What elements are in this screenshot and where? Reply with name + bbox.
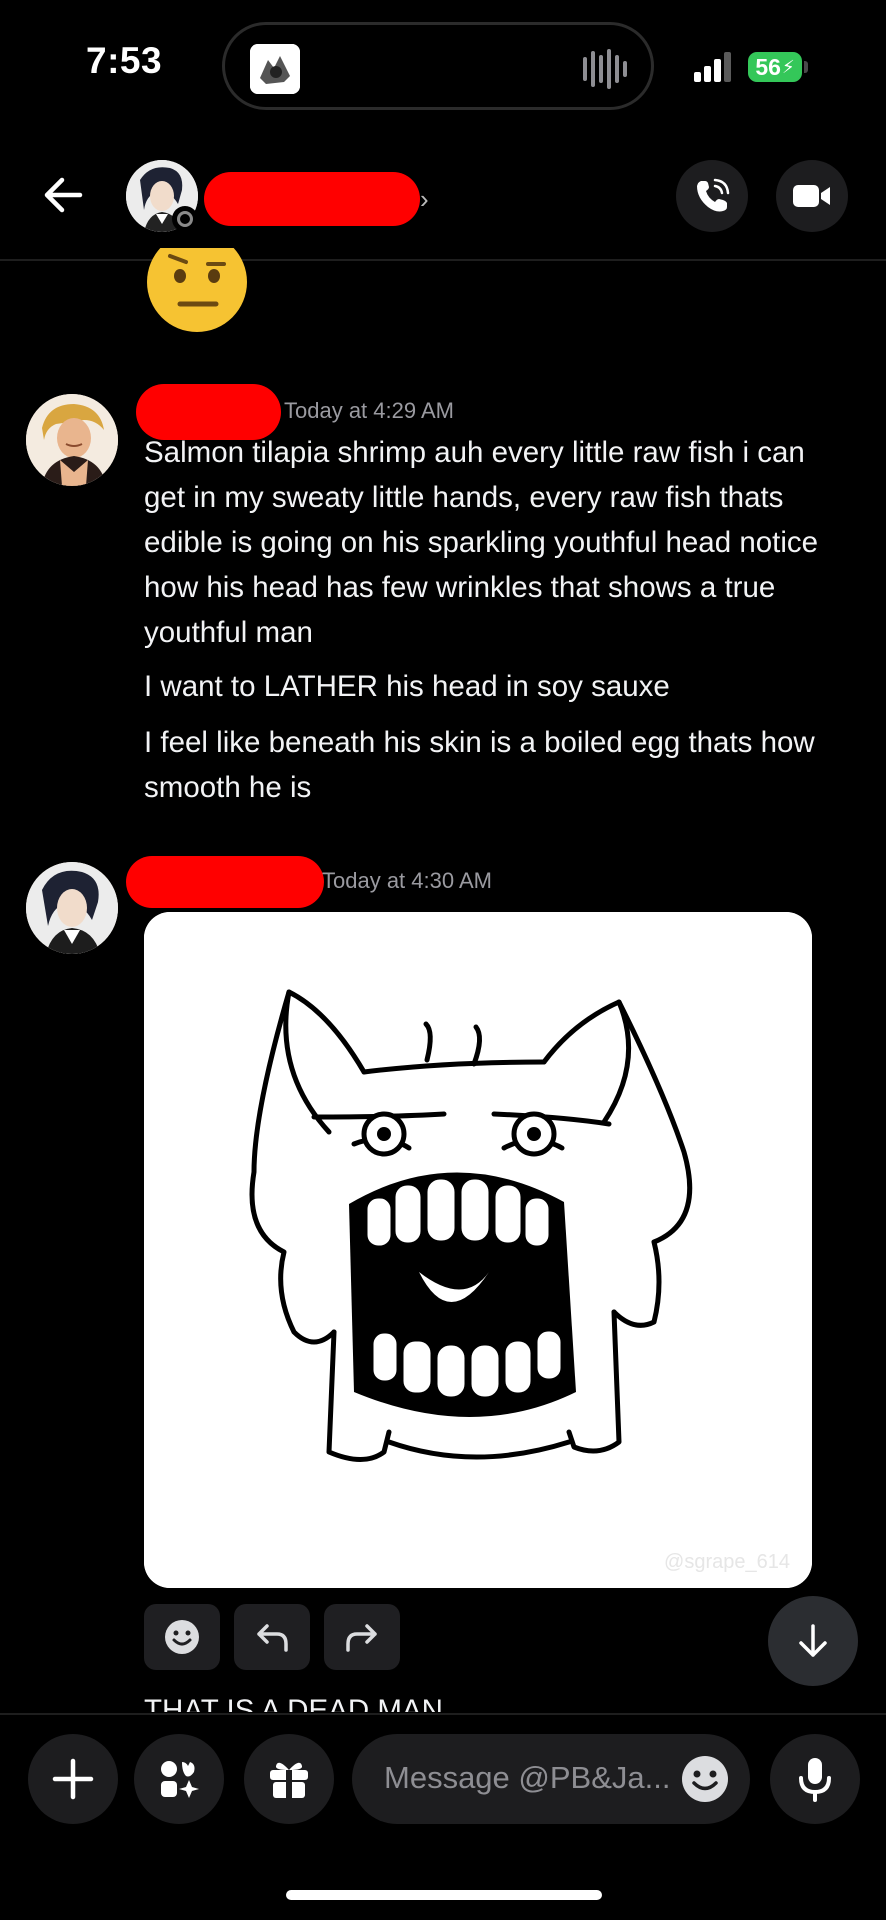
header-divider [0,259,886,261]
home-indicator[interactable] [286,1890,602,1900]
battery-cap [804,61,808,73]
author-name-redacted[interactable] [126,856,324,908]
message-text: I feel like beneath his skin is a boiled… [144,726,815,804]
message-placeholder: Message @PB&Ja... [384,1760,671,1795]
chevron-right-icon[interactable]: › [420,184,429,215]
add-reaction-icon [165,1620,199,1654]
apps-icon [161,1761,199,1798]
video-call-button[interactable] [776,160,848,232]
message-avatar[interactable] [26,394,118,486]
message-avatar[interactable] [26,862,118,954]
jump-to-latest-button[interactable] [768,1596,858,1686]
forward-button[interactable] [324,1604,400,1670]
message-input[interactable]: Message @PB&Ja... [352,1734,750,1824]
video-camera-icon [793,185,830,207]
add-reaction-button[interactable] [144,1604,220,1670]
message-timestamp: Today at 4:30 AM [322,868,492,893]
battery-indicator: 56 ⚡ [748,52,802,82]
gift-icon [270,1762,308,1798]
plus-icon [52,1758,94,1800]
arrow-down-icon [799,1624,827,1657]
image-watermark: @sgrape_614 [664,1551,790,1573]
raised-eyebrow-emoji [146,248,248,334]
message-timestamp: Today at 4:29 AM [284,398,454,423]
screaming-cat-drawing: @sgrape_614 [144,912,812,1588]
message-text: THAT IS A DEAD MAN [144,1694,443,1712]
forward-icon [346,1624,377,1652]
microphone-icon [799,1758,831,1802]
attach-button[interactable] [28,1734,118,1824]
cellular-signal-icon [694,52,731,82]
gift-button[interactable] [244,1734,334,1824]
attached-image[interactable]: @sgrape_614 [144,912,812,1588]
voice-message-button[interactable] [770,1734,860,1824]
apps-button[interactable] [134,1734,224,1824]
phone-icon [697,178,730,212]
composer-divider [0,1713,886,1715]
voice-call-button[interactable] [676,160,748,232]
status-time: 7:53 [86,40,163,81]
charging-bolt-icon: ⚡ [781,56,795,77]
message-text: I want to LATHER his head in soy sauxe [144,670,670,703]
reply-icon [257,1624,288,1652]
dynamic-island[interactable] [222,22,654,110]
now-playing-thumbnail [250,44,300,94]
contact-name-redacted[interactable] [204,172,420,226]
emoji-picker-icon[interactable] [680,1754,730,1804]
back-arrow-icon[interactable] [40,172,86,218]
offline-status-icon [177,211,193,227]
battery-level: 56 [755,53,781,80]
message-text: Salmon tilapia shrimp auh every little r… [144,436,819,649]
audio-waveform-icon [583,49,627,89]
reply-button[interactable] [234,1604,310,1670]
